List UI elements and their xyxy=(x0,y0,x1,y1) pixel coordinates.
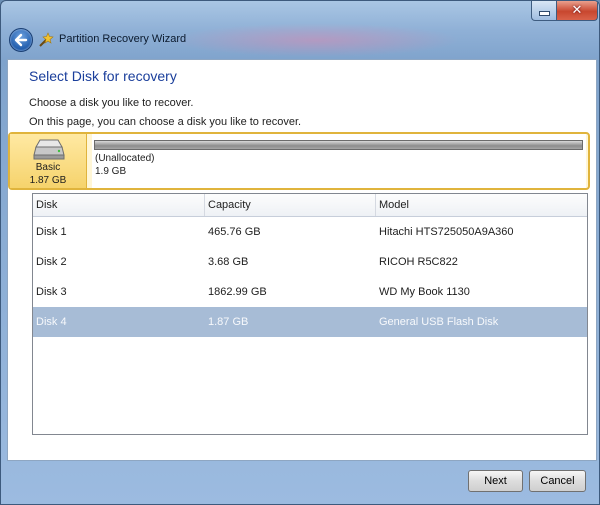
disk-list-table: Disk Capacity Model Disk 1 465.76 GB Hit… xyxy=(32,193,588,435)
wizard-content: Select Disk for recovery Choose a disk y… xyxy=(7,59,597,461)
disk-size-label: 1.87 GB xyxy=(29,175,67,186)
cell-capacity: 1.87 GB xyxy=(208,316,249,328)
hard-disk-icon xyxy=(33,139,65,160)
close-icon: ✕ xyxy=(571,3,583,18)
cell-capacity: 1862.99 GB xyxy=(208,286,267,298)
minimize-button[interactable] xyxy=(531,1,558,21)
table-row[interactable]: Disk 3 1862.99 GB WD My Book 1130 xyxy=(33,277,587,307)
partition-block[interactable]: (Unallocated) 1.9 GB xyxy=(92,134,586,188)
back-button[interactable] xyxy=(9,28,33,52)
title-bar: ✕ Partition Recovery Wizard xyxy=(1,1,599,59)
table-row-selected[interactable]: Disk 4 1.87 GB General USB Flash Disk xyxy=(33,307,587,337)
column-header-model[interactable]: Model xyxy=(376,194,587,216)
cell-disk: Disk 2 xyxy=(36,256,67,268)
page-heading: Select Disk for recovery xyxy=(29,68,177,84)
cell-model: WD My Book 1130 xyxy=(379,286,470,298)
cell-model: Hitachi HTS725050A9A360 xyxy=(379,226,514,238)
next-button[interactable]: Next xyxy=(468,470,523,492)
wizard-icon xyxy=(39,32,54,47)
minimize-icon xyxy=(539,11,550,16)
partition-size-label: 1.9 GB xyxy=(95,166,127,177)
wizard-window: ✕ Partition Recovery Wizard Select Disk … xyxy=(0,0,600,505)
cancel-button[interactable]: Cancel xyxy=(529,470,586,492)
cell-model: General USB Flash Disk xyxy=(379,316,499,328)
disk-map-panel[interactable]: Basic 1.87 GB (Unallocated) 1.9 GB xyxy=(8,132,590,190)
instruction-text: Choose a disk you like to recover. xyxy=(29,97,194,109)
title-bar-glow xyxy=(171,23,461,57)
table-row[interactable]: Disk 2 3.68 GB RICOH R5C822 xyxy=(33,247,587,277)
cell-capacity: 465.76 GB xyxy=(208,226,261,238)
table-row[interactable]: Disk 1 465.76 GB Hitachi HTS725050A9A360 xyxy=(33,217,587,247)
disk-info-block[interactable]: Basic 1.87 GB xyxy=(10,134,87,188)
cell-disk: Disk 4 xyxy=(36,316,67,328)
partition-usage-bar xyxy=(94,140,583,150)
back-arrow-icon xyxy=(14,33,28,47)
cell-disk: Disk 1 xyxy=(36,226,67,238)
disk-type-label: Basic xyxy=(35,162,61,173)
window-title: Partition Recovery Wizard xyxy=(59,33,187,45)
close-button[interactable]: ✕ xyxy=(556,1,598,21)
column-header-capacity[interactable]: Capacity xyxy=(205,194,376,216)
cell-disk: Disk 3 xyxy=(36,286,67,298)
description-text: On this page, you can choose a disk you … xyxy=(29,116,302,128)
cell-capacity: 3.68 GB xyxy=(208,256,249,268)
partition-name-label: (Unallocated) xyxy=(95,153,155,164)
cell-model: RICOH R5C822 xyxy=(379,256,458,268)
column-header-disk[interactable]: Disk xyxy=(33,194,205,216)
table-header: Disk Capacity Model xyxy=(33,194,587,217)
wizard-footer: Next Cancel xyxy=(1,460,599,504)
